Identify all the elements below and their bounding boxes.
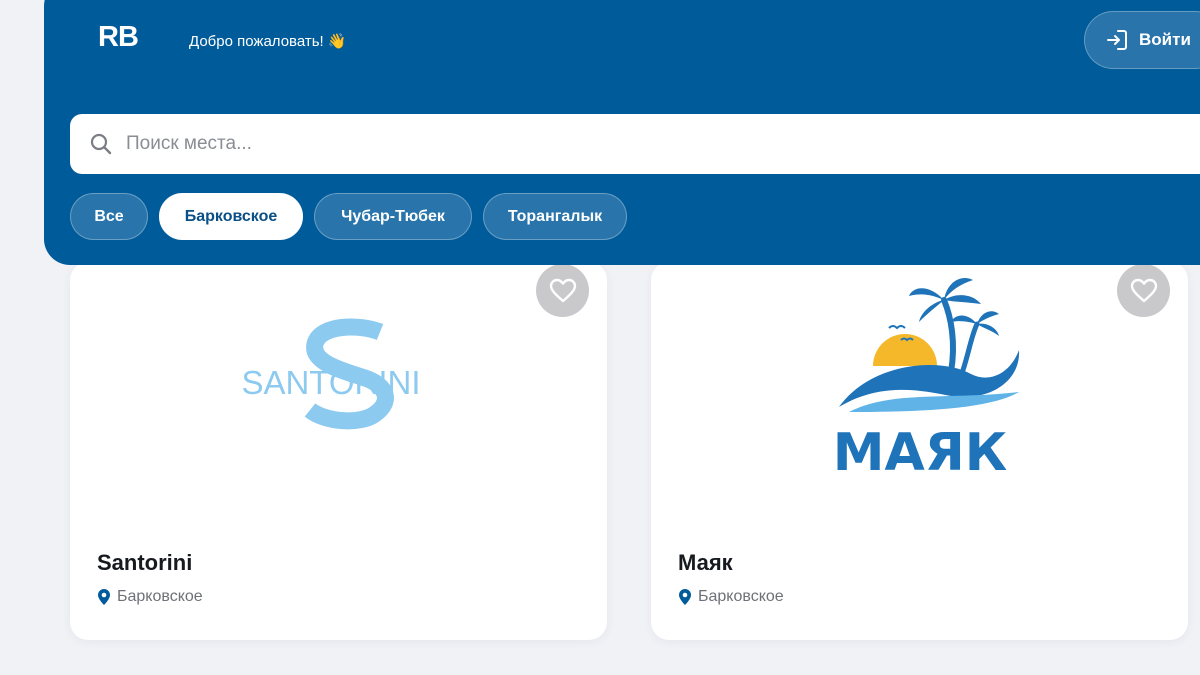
filter-chip-label: Барковское [184, 207, 278, 225]
svg-text:SANTORINI: SANTORINI [241, 364, 420, 401]
filter-chip-label: Все [94, 207, 124, 225]
location-pin-icon [98, 589, 110, 605]
login-label: Войти [1139, 30, 1191, 49]
place-name: Santorini [97, 550, 193, 575]
brand-logo[interactable]: RB [98, 21, 139, 54]
login-icon [1107, 30, 1127, 50]
mayak-logo: МАЯК [651, 262, 1188, 512]
place-card-mayak[interactable]: МАЯК Маяк Барковское [651, 262, 1188, 640]
favorite-button[interactable] [536, 264, 589, 317]
favorite-button[interactable] [1117, 264, 1170, 317]
place-location-label: Барковское [117, 588, 203, 605]
heart-icon [549, 278, 576, 302]
place-card-santorini[interactable]: SANTORINI Santorini Барковское [70, 262, 607, 640]
santorini-logo: SANTORINI [70, 262, 607, 512]
welcome-text: Добро пожаловать! 👋 [189, 33, 347, 50]
filter-chip-torangalyk[interactable]: Торангалык [483, 193, 627, 240]
location-pin-icon [679, 589, 691, 605]
search-bar[interactable] [70, 114, 1200, 174]
search-icon [90, 133, 112, 155]
filter-chip-label: Торангалык [507, 207, 603, 225]
svg-text:МАЯК: МАЯК [833, 423, 1008, 483]
heart-icon [1130, 278, 1157, 302]
filter-chip-all[interactable]: Все [70, 193, 148, 240]
login-button[interactable]: Войти [1084, 11, 1200, 69]
place-name: Маяк [678, 550, 733, 575]
filter-chip-barkovskoe[interactable]: Барковское [159, 193, 303, 240]
filter-chip-chubar-tyubek[interactable]: Чубар-Тюбек [314, 193, 472, 240]
place-location: Барковское [98, 588, 203, 606]
place-location: Барковское [679, 588, 784, 606]
search-input[interactable] [126, 133, 1026, 155]
place-location-label: Барковское [698, 588, 784, 605]
filter-chip-label: Чубар-Тюбек [341, 207, 445, 225]
